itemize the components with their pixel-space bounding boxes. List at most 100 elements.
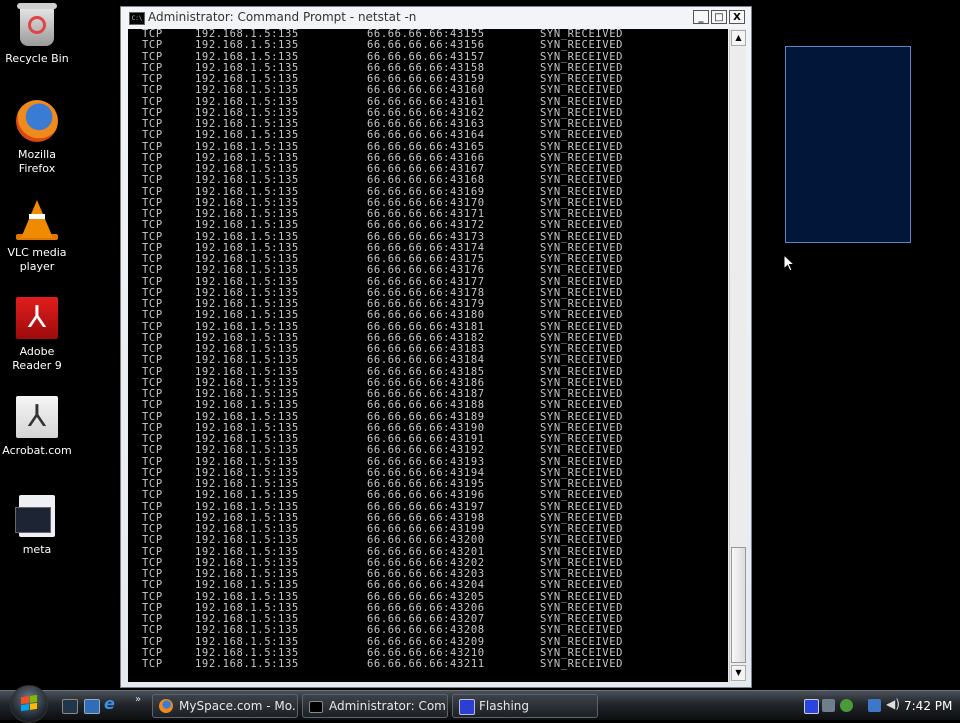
protocol-cell: TCP (142, 61, 163, 74)
protocol-cell: TCP (142, 658, 163, 670)
switch-windows-icon[interactable] (84, 699, 100, 714)
foreign-address-cell: 66.66.66.66:43164 (367, 129, 485, 142)
foreign-address-cell: 66.66.66.66:43201 (367, 545, 485, 558)
state-cell: SYN_RECEIVED (540, 433, 624, 445)
state-cell: SYN_RECEIVED (540, 365, 624, 378)
desktop-icon-vlc[interactable]: VLC media player (0, 198, 74, 274)
state-cell: SYN_RECEIVED (540, 73, 624, 85)
foreign-address-cell: 66.66.66.66:43174 (367, 241, 485, 254)
device-tray-icon[interactable] (822, 699, 835, 712)
quick-launch-more-button[interactable]: » (135, 694, 141, 705)
protocol-cell: TCP (142, 50, 163, 63)
foreign-address-cell: 66.66.66.66:43180 (367, 309, 485, 322)
console-output[interactable]: TCP 192.168.1.5:135 66.66.66.66:43155 SYN_R… (128, 29, 728, 682)
taskbar-button-label: Flashing (479, 699, 530, 713)
taskbar-button-flashing[interactable]: Flashing (452, 694, 598, 718)
taskbar-button-label: Administrator: Com... (329, 699, 448, 713)
window-title: Administrator: Command Prompt - netstat … (148, 10, 417, 24)
state-cell: SYN_RECEIVED (540, 230, 624, 243)
state-cell: SYN_RECEIVED (540, 601, 624, 614)
firefox-icon (16, 100, 58, 142)
state-cell: SYN_RECEIVED (540, 455, 624, 468)
scroll-up-button[interactable]: ▲ (731, 30, 746, 46)
local-address-cell: 192.168.1.5:135 (195, 556, 299, 569)
foreign-address-cell: 66.66.66.66:43199 (367, 523, 485, 535)
desktop-icon-meta[interactable]: meta (0, 495, 74, 557)
foreign-address-cell: 66.66.66.66:43206 (367, 601, 485, 614)
foreign-address-cell: 66.66.66.66:43176 (367, 264, 485, 277)
state-cell: SYN_RECEIVED (540, 478, 624, 490)
minimize-button[interactable]: _ (693, 10, 709, 24)
foreign-address-cell: 66.66.66.66:43185 (367, 365, 485, 378)
local-address-cell: 192.168.1.5:135 (195, 174, 299, 187)
state-cell: SYN_RECEIVED (540, 196, 624, 209)
protocol-cell: TCP (142, 118, 163, 130)
foreign-address-cell: 66.66.66.66:43171 (367, 208, 485, 220)
protocol-cell: TCP (142, 399, 163, 412)
local-address-cell: 192.168.1.5:135 (195, 511, 299, 524)
protocol-cell: TCP (142, 534, 163, 547)
scroll-thumb[interactable] (731, 547, 746, 663)
foreign-address-cell: 66.66.66.66:43167 (367, 163, 485, 175)
show-desktop-icon[interactable] (62, 699, 78, 714)
state-cell: SYN_RECEIVED (540, 309, 624, 322)
start-button[interactable] (10, 685, 48, 723)
title-bar[interactable]: C:\ Administrator: Command Prompt - nets… (121, 7, 751, 29)
network-icon[interactable] (868, 699, 881, 712)
local-address-cell: 192.168.1.5:135 (195, 601, 299, 614)
local-address-cell: 192.168.1.5:135 (195, 568, 299, 580)
local-address-cell: 192.168.1.5:135 (195, 658, 299, 670)
taskbar-button-command-prompt[interactable]: Administrator: Com... (302, 694, 448, 718)
foreign-address-cell: 66.66.66.66:43188 (367, 399, 485, 412)
foreign-address-cell: 66.66.66.66:43197 (367, 500, 485, 513)
close-button[interactable]: X (729, 10, 745, 24)
state-cell: SYN_RECEIVED (540, 264, 624, 277)
foreign-address-cell: 66.66.66.66:43202 (367, 556, 485, 569)
foreign-address-cell: 66.66.66.66:43211 (367, 658, 485, 670)
protocol-cell: TCP (142, 613, 163, 625)
command-prompt-window[interactable]: C:\ Administrator: Command Prompt - nets… (120, 6, 752, 688)
taskbar: e » MySpace.com - Mo... Administrator: C… (0, 685, 960, 723)
protocol-cell: TCP (142, 421, 163, 434)
clock[interactable]: 7:42 PM (904, 699, 952, 713)
local-address-cell: 192.168.1.5:135 (195, 253, 299, 265)
foreign-address-cell: 66.66.66.66:43210 (367, 646, 485, 659)
protocol-cell: TCP (142, 185, 163, 198)
foreign-address-cell: 66.66.66.66:43184 (367, 354, 485, 367)
maximize-button[interactable]: □ (711, 10, 727, 24)
foreign-address-cell: 66.66.66.66:43193 (367, 455, 485, 468)
desktop-icon-firefox[interactable]: Mozilla Firefox (0, 100, 74, 176)
state-cell: SYN_RECEIVED (540, 399, 624, 412)
local-address-cell: 192.168.1.5:135 (195, 500, 299, 513)
state-cell: SYN_RECEIVED (540, 106, 624, 119)
vertical-scrollbar[interactable]: ▲ ▼ (729, 29, 746, 682)
app-tray-icon[interactable] (804, 699, 819, 714)
security-tray-icon[interactable] (840, 699, 853, 712)
protocol-cell: TCP (142, 579, 163, 592)
protocol-cell: TCP (142, 309, 163, 322)
scroll-down-button[interactable]: ▼ (731, 665, 746, 681)
state-cell: SYN_RECEIVED (540, 556, 624, 569)
state-cell: SYN_RECEIVED (540, 208, 624, 220)
foreign-address-cell: 66.66.66.66:43181 (367, 320, 485, 333)
protocol-cell: TCP (142, 511, 163, 524)
flashing-window[interactable] (785, 46, 911, 243)
state-cell: SYN_RECEIVED (540, 624, 624, 637)
protocol-cell: TCP (142, 556, 163, 569)
state-cell: SYN_RECEIVED (540, 163, 624, 175)
protocol-cell: TCP (142, 253, 163, 265)
acrobat-icon: ⅄ (16, 396, 58, 438)
foreign-address-cell: 66.66.66.66:43194 (367, 466, 485, 479)
taskbar-button-myspace[interactable]: MySpace.com - Mo... (152, 694, 298, 718)
system-tray: ◀) 7:42 PM (800, 694, 960, 718)
protocol-cell: TCP (142, 95, 163, 108)
protocol-cell: TCP (142, 433, 163, 445)
desktop-icon-acrobat[interactable]: ⅄ Acrobat.com (0, 396, 74, 458)
foreign-address-cell: 66.66.66.66:43165 (367, 140, 485, 153)
internet-explorer-icon[interactable]: e (104, 694, 115, 713)
state-cell: SYN_RECEIVED (540, 613, 624, 625)
desktop-icon-recycle-bin[interactable]: Recycle Bin (0, 3, 74, 66)
volume-icon[interactable]: ◀) (886, 697, 900, 711)
desktop-icon-adobe-reader[interactable]: ⅄ Adobe Reader 9 (0, 297, 74, 373)
state-cell: SYN_RECEIVED (540, 410, 624, 423)
